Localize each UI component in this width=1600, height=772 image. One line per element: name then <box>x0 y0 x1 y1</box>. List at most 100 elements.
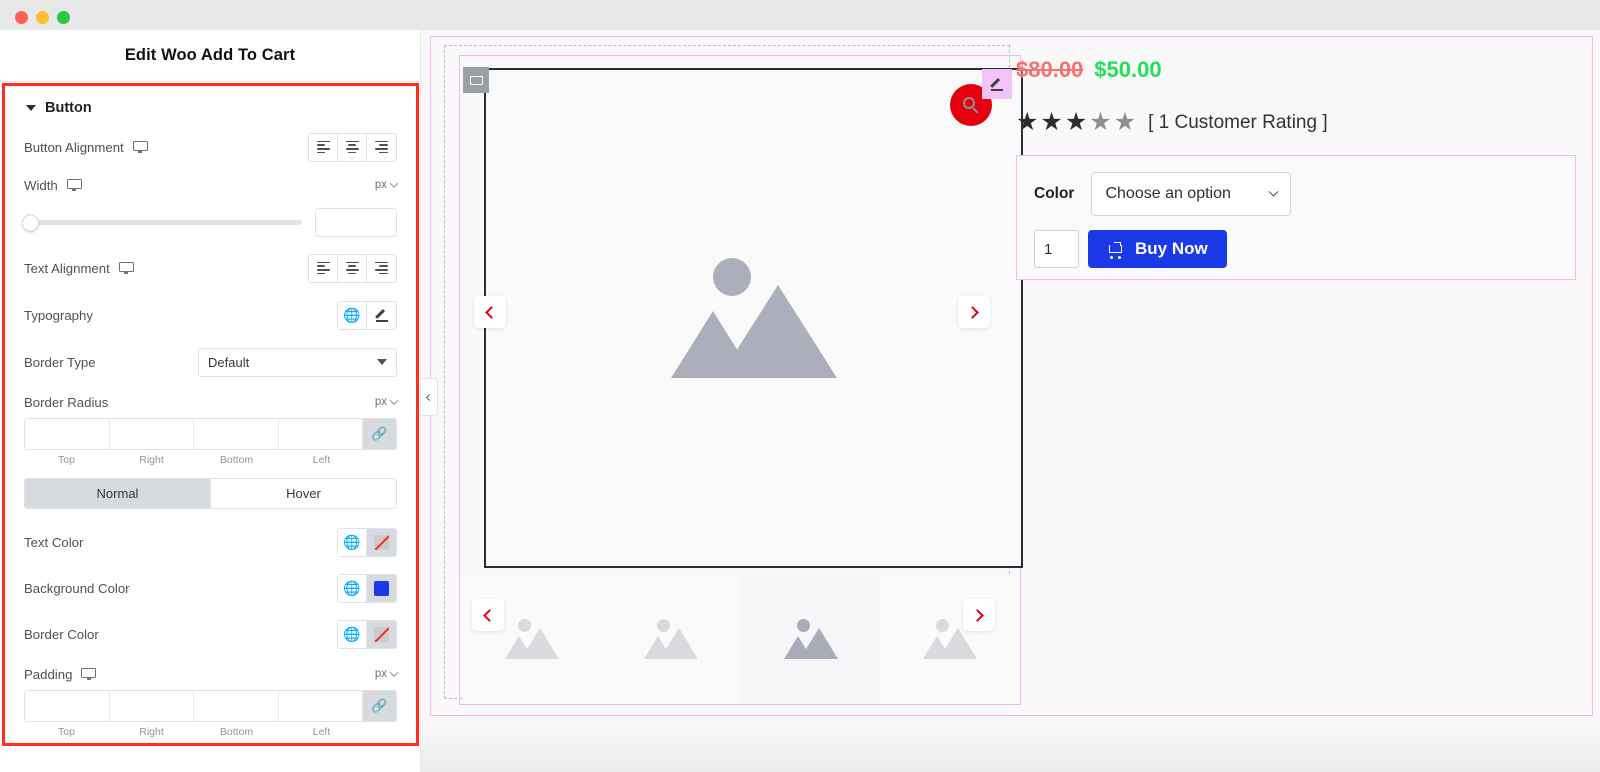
star-rating[interactable]: ★ ★ ★ ★ ★ <box>1016 110 1136 135</box>
width-unit-selector[interactable]: px <box>374 179 399 191</box>
control-label: Border Radius <box>24 394 109 410</box>
border-radius-bottom-input[interactable] <box>194 419 279 449</box>
text-alignment-group[interactable] <box>308 253 397 283</box>
app-window: Edit Woo Add To Cart Button Button Align… <box>0 0 1600 772</box>
align-center-button[interactable] <box>338 133 367 161</box>
align-left-button[interactable] <box>309 133 338 161</box>
align-left-button[interactable] <box>309 254 338 282</box>
image-placeholder-icon <box>644 619 699 659</box>
border-color-picker[interactable]: 🌐 <box>337 619 397 649</box>
unit-label: px <box>374 396 387 408</box>
chevron-left-icon <box>485 305 498 319</box>
text-color-picker[interactable]: 🌐 <box>337 527 397 557</box>
product-rating: ★ ★ ★ ★ ★ [ 1 Customer Rating ] <box>1016 110 1576 135</box>
page-title: Edit Woo Add To Cart <box>124 46 296 64</box>
section-header-button[interactable]: Button <box>5 86 416 130</box>
color-swatch[interactable] <box>367 620 396 648</box>
star-icon: ★ <box>1040 108 1063 136</box>
maximize-button[interactable] <box>57 11 70 24</box>
canvas-bottom-fade <box>421 714 1600 772</box>
padding-top-input[interactable] <box>25 691 110 721</box>
padding-unit-selector[interactable]: px <box>375 668 399 680</box>
border-radius-right-input[interactable] <box>109 419 194 449</box>
minimize-button[interactable] <box>36 11 49 24</box>
slider-handle[interactable] <box>22 214 39 231</box>
chevron-right-icon <box>971 608 984 622</box>
align-right-button[interactable] <box>367 255 396 282</box>
thumbnail-item[interactable] <box>601 575 741 703</box>
thumbnail-item[interactable] <box>741 575 881 703</box>
pencil-icon[interactable] <box>367 301 396 329</box>
desktop-icon[interactable] <box>66 179 82 191</box>
control-text-alignment: Text Alignment <box>24 251 397 285</box>
padding-left-input[interactable] <box>278 691 363 721</box>
color-swatch[interactable] <box>367 574 396 602</box>
color-select[interactable]: Choose an option <box>1091 172 1292 216</box>
chevron-down-icon <box>377 359 387 365</box>
width-input[interactable] <box>315 208 397 237</box>
variation-row: Color Choose an option <box>1034 172 1558 216</box>
thumbnail-prev-button[interactable] <box>472 599 504 631</box>
padding-inputs: 🔗 <box>24 690 397 722</box>
desktop-icon[interactable] <box>132 141 148 153</box>
control-border-radius: Border Radius px <box>24 389 399 415</box>
control-background-color: Background Color 🌐 <box>24 571 397 605</box>
cart-icon <box>1107 241 1124 259</box>
product-gallery-column <box>444 45 1023 705</box>
buy-now-button[interactable]: Buy Now <box>1088 230 1227 268</box>
link-values-icon[interactable]: 🔗 <box>363 419 396 449</box>
thumbnail-item[interactable] <box>880 575 1020 703</box>
button-alignment-group[interactable] <box>308 132 397 162</box>
desktop-icon[interactable] <box>118 262 134 274</box>
control-button-alignment: Button Alignment <box>24 130 397 164</box>
edit-widget-button[interactable] <box>982 69 1012 99</box>
desktop-icon[interactable] <box>81 668 97 680</box>
main-product-image[interactable] <box>484 68 1023 568</box>
product-info: $80.00 $50.00 ★ ★ ★ ★ ★ [ 1 Customer Rat… <box>1016 57 1576 135</box>
typography-controls[interactable]: 🌐 <box>337 300 397 330</box>
control-label: Border Color <box>24 626 99 642</box>
side-label: Top <box>58 726 75 738</box>
width-slider[interactable] <box>22 214 302 231</box>
control-label: Padding <box>24 666 73 682</box>
control-padding: Padding px <box>24 661 399 687</box>
thumbnail-next-button[interactable] <box>963 599 995 631</box>
collapse-panel-handle[interactable] <box>421 378 438 416</box>
padding-right-input[interactable] <box>109 691 194 721</box>
pencil-icon <box>990 77 1004 91</box>
border-radius-left-input[interactable] <box>278 419 363 449</box>
globe-icon[interactable]: 🌐 <box>338 301 367 329</box>
align-right-button[interactable] <box>367 134 396 161</box>
link-values-icon[interactable]: 🔗 <box>363 691 396 721</box>
widget-handle-icon[interactable] <box>463 67 489 93</box>
tab-hover[interactable]: Hover <box>211 479 396 508</box>
chevron-down-icon <box>389 396 399 405</box>
border-radius-inputs: 🔗 <box>24 418 397 450</box>
quantity-input[interactable]: 1 <box>1034 230 1079 268</box>
border-radius-top-input[interactable] <box>25 419 110 449</box>
section-outline: $80.00 $50.00 ★ ★ ★ ★ ★ [ 1 Customer Rat… <box>430 36 1593 716</box>
background-color-picker[interactable]: 🌐 <box>337 573 397 603</box>
thumbnail-item[interactable] <box>462 575 602 703</box>
gallery-prev-button[interactable] <box>474 296 506 328</box>
control-border-color: Border Color 🌐 <box>24 617 397 651</box>
border-type-select[interactable]: Default <box>198 347 397 377</box>
align-center-button[interactable] <box>338 254 367 282</box>
globe-icon[interactable]: 🌐 <box>338 528 367 556</box>
border-radius-unit-selector[interactable]: px <box>374 396 399 408</box>
chevron-right-icon <box>966 305 979 319</box>
color-swatch[interactable] <box>367 528 396 556</box>
close-button[interactable] <box>15 11 28 24</box>
globe-icon[interactable]: 🌐 <box>338 620 367 648</box>
unit-label: px <box>374 179 387 191</box>
control-label: Text Color <box>24 534 84 550</box>
globe-icon[interactable]: 🌐 <box>338 574 367 602</box>
side-label: Right <box>139 454 164 466</box>
padding-bottom-input[interactable] <box>194 691 279 721</box>
control-label: Text Alignment <box>24 260 110 276</box>
tab-normal[interactable]: Normal <box>25 479 211 508</box>
gallery-next-button[interactable] <box>958 296 990 328</box>
price-original: $80.00 <box>1016 57 1084 82</box>
chevron-down-icon <box>1269 186 1279 197</box>
product-price: $80.00 $50.00 <box>1016 57 1576 83</box>
